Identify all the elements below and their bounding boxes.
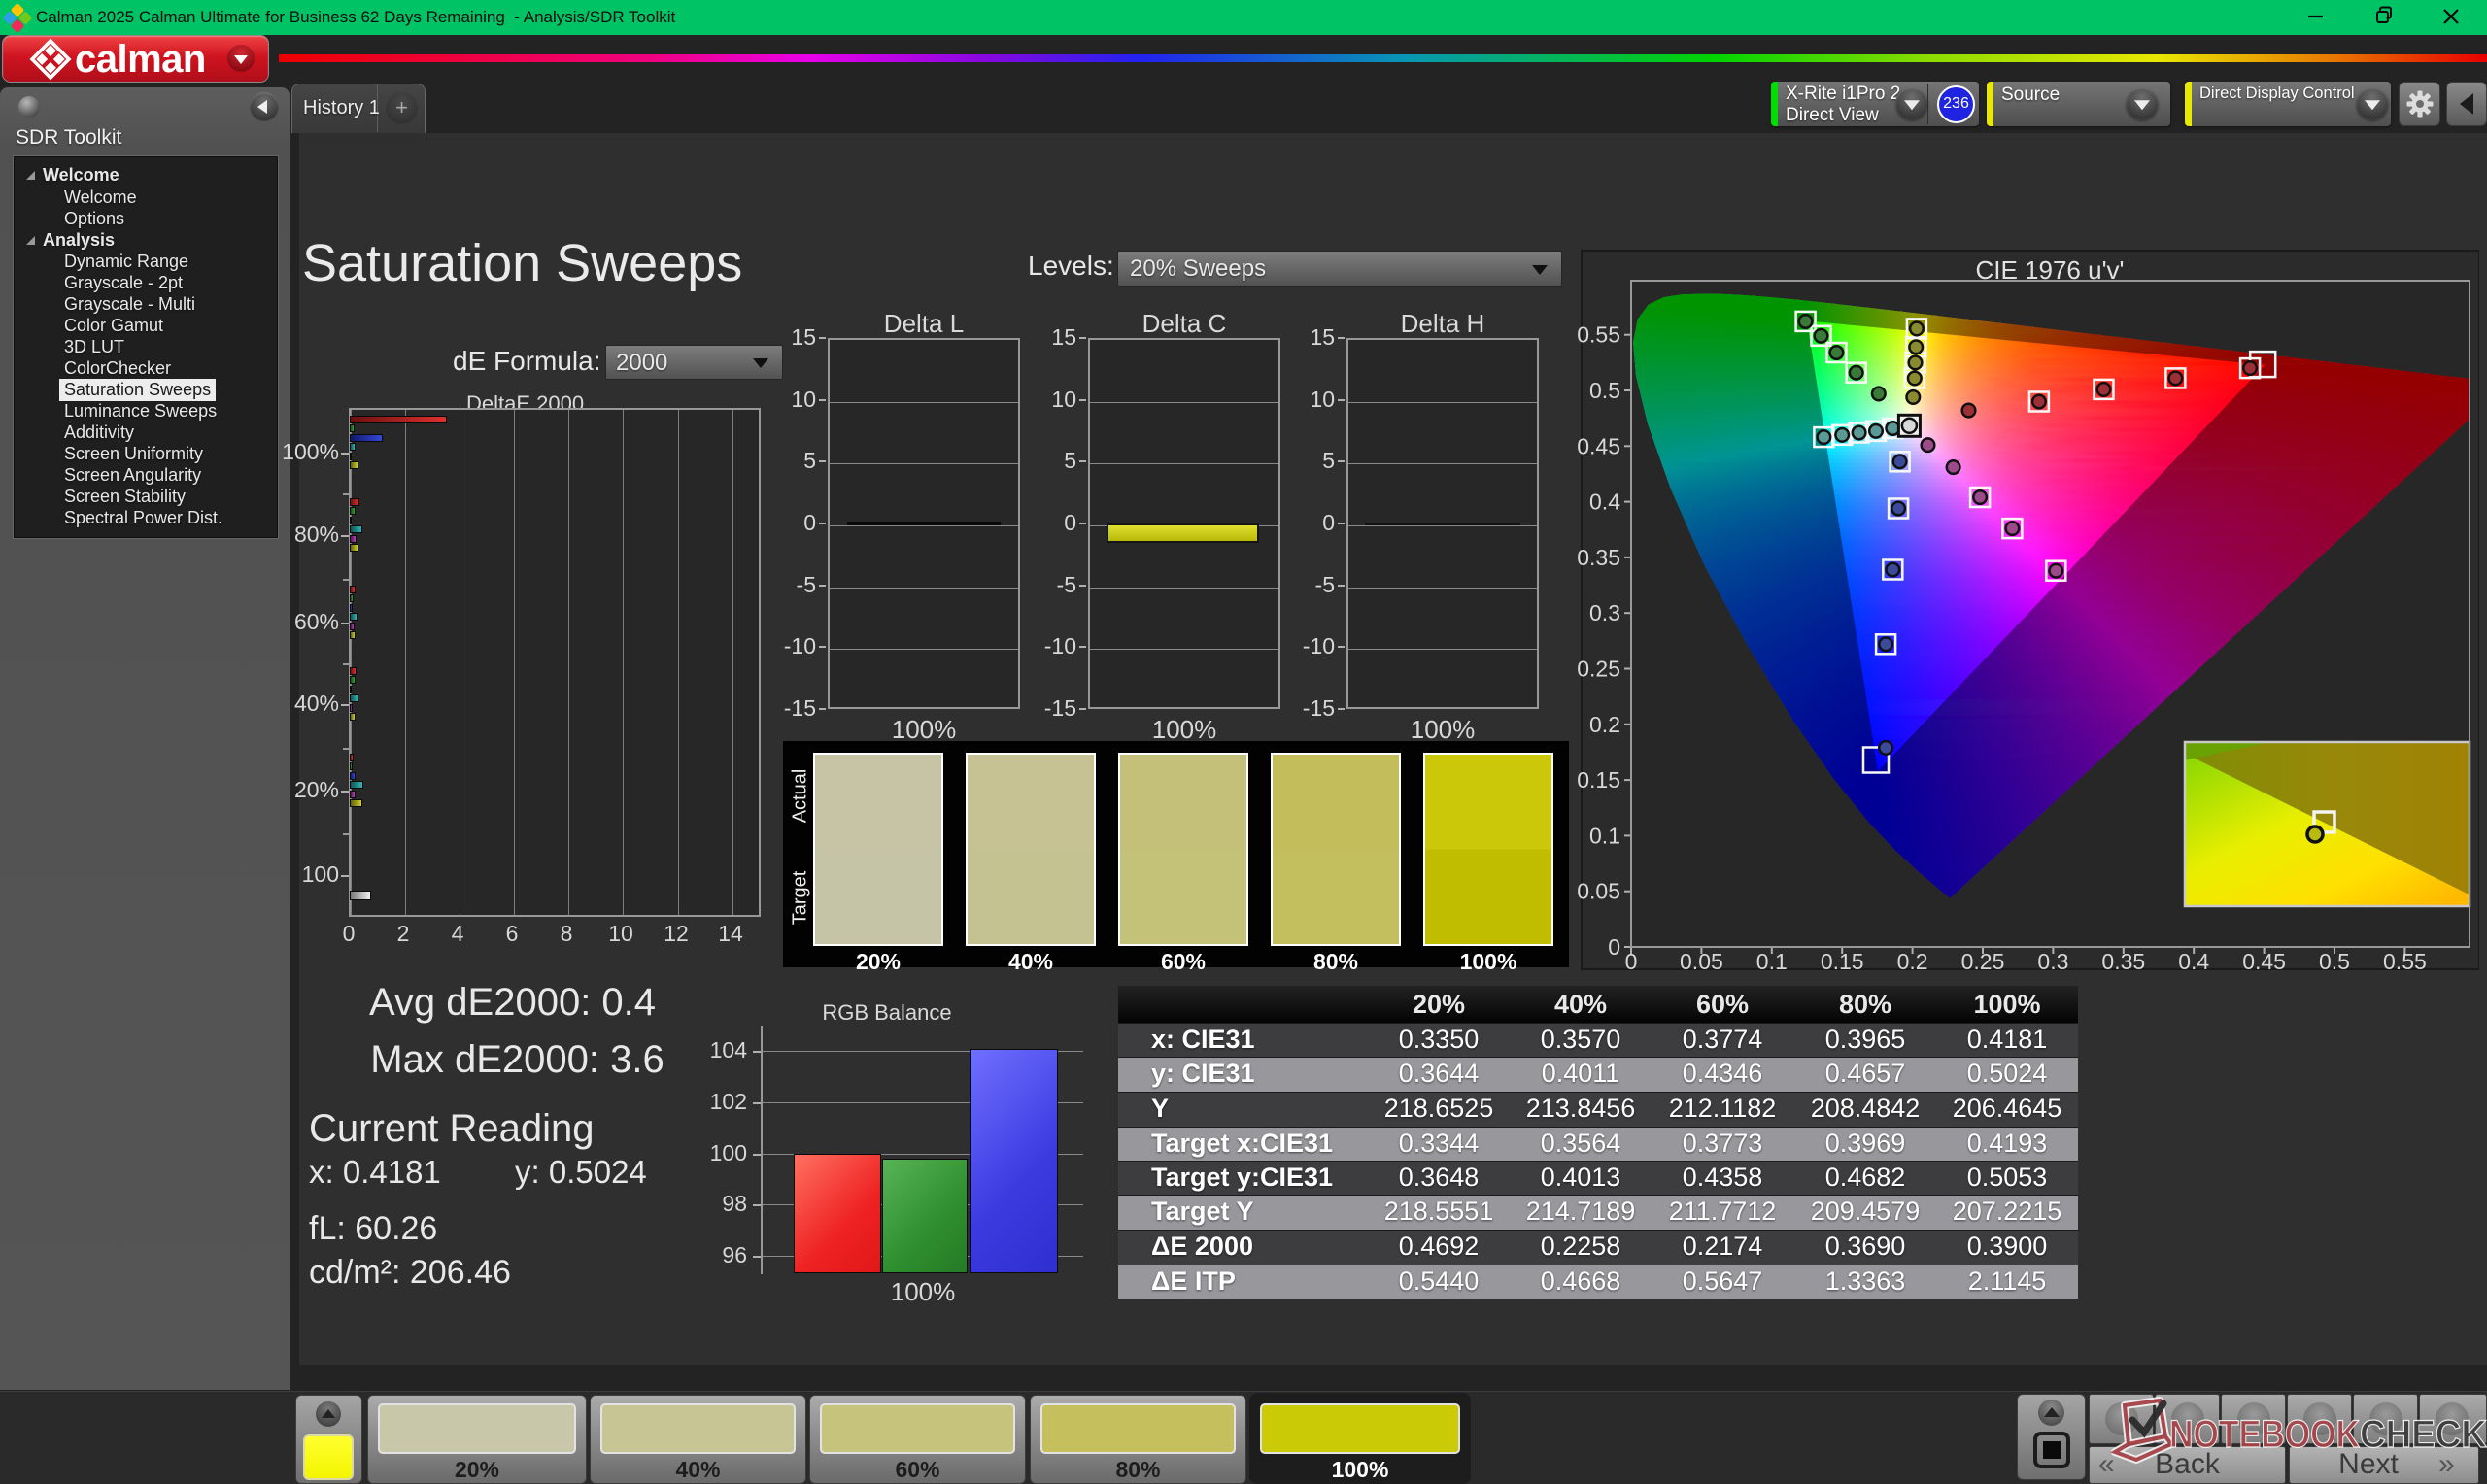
svg-text:0: 0 — [1608, 934, 1620, 960]
svg-text:NOTEBOOK: NOTEBOOK — [2169, 1413, 2360, 1456]
svg-text:0.2: 0.2 — [1589, 712, 1620, 737]
svg-text:0: 0 — [1625, 949, 1638, 974]
svg-text:0.1: 0.1 — [1589, 823, 1620, 848]
svg-text:0.05: 0.05 — [1680, 949, 1723, 974]
svg-text:0.55: 0.55 — [2383, 949, 2427, 974]
svg-text:0.1: 0.1 — [1756, 949, 1788, 974]
svg-text:0.05: 0.05 — [1577, 879, 1620, 904]
svg-text:0.3: 0.3 — [2037, 949, 2068, 974]
svg-text:0.25: 0.25 — [1577, 657, 1620, 682]
svg-text:CHECK: CHECK — [2360, 1413, 2487, 1456]
svg-text:0.15: 0.15 — [1577, 767, 1620, 793]
svg-text:0.35: 0.35 — [1577, 545, 1620, 570]
svg-text:0.4: 0.4 — [2178, 949, 2209, 974]
svg-text:0.45: 0.45 — [1577, 433, 1620, 458]
svg-text:0.5: 0.5 — [1589, 378, 1620, 403]
svg-text:0.45: 0.45 — [2242, 949, 2286, 974]
svg-text:0.25: 0.25 — [1961, 949, 2005, 974]
svg-text:0.4: 0.4 — [1589, 489, 1620, 515]
svg-text:0.35: 0.35 — [2101, 949, 2145, 974]
svg-text:0.2: 0.2 — [1897, 949, 1928, 974]
svg-text:0.5: 0.5 — [2319, 949, 2350, 974]
svg-text:0.15: 0.15 — [1821, 949, 1864, 974]
svg-text:0.3: 0.3 — [1589, 600, 1620, 625]
svg-text:0.55: 0.55 — [1577, 322, 1620, 348]
